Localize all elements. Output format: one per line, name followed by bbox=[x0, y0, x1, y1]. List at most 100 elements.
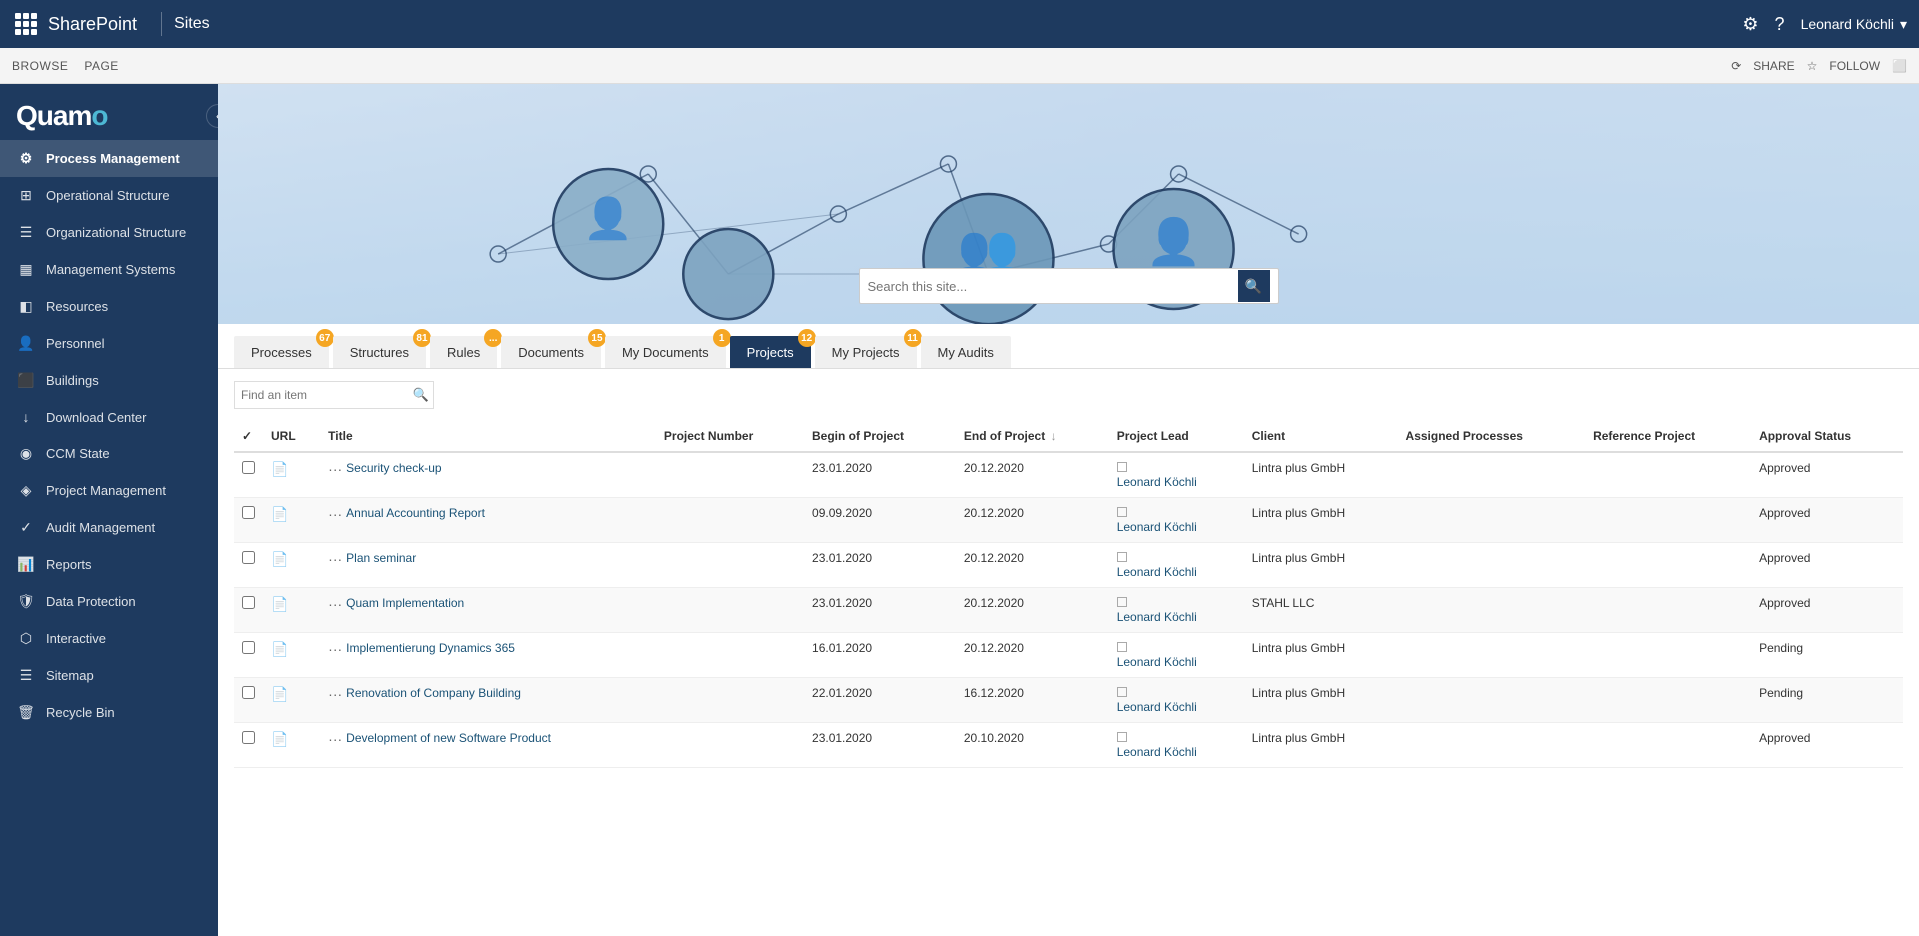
project-link-6[interactable]: Development of new Software Product bbox=[346, 731, 551, 745]
sidebar-item-label-organizational-structure: Organizational Structure bbox=[46, 225, 186, 240]
project-link-0[interactable]: Security check-up bbox=[346, 461, 441, 475]
organizational-structure-icon: ☰ bbox=[16, 224, 36, 241]
row-begin-5: 22.01.2020 bbox=[804, 678, 956, 723]
col-lead[interactable]: Project Lead bbox=[1109, 421, 1244, 452]
row-check-1[interactable] bbox=[234, 498, 263, 543]
hero-search-input[interactable] bbox=[868, 279, 1238, 294]
user-link-2[interactable]: Leonard Köchli bbox=[1117, 565, 1236, 579]
sidebar-item-ccm-state[interactable]: ◉CCM State bbox=[0, 435, 218, 472]
sites-label[interactable]: Sites bbox=[174, 15, 210, 33]
sidebar-item-data-protection[interactable]: 🛡Data Protection bbox=[0, 583, 218, 620]
tab-badge-processes: 67 bbox=[316, 329, 334, 347]
more-btn-4[interactable]: ··· bbox=[328, 641, 342, 657]
sidebar-item-reports[interactable]: 📊Reports bbox=[0, 546, 218, 583]
project-link-5[interactable]: Renovation of Company Building bbox=[346, 686, 521, 700]
sidebar-item-personnel[interactable]: 👤Personnel bbox=[0, 325, 218, 362]
list-search-bar[interactable]: 🔍 bbox=[234, 381, 434, 409]
row-end-1: 20.12.2020 bbox=[956, 498, 1109, 543]
tab-structures[interactable]: Structures81 bbox=[333, 336, 426, 368]
row-lead-5: Leonard Köchli bbox=[1109, 678, 1244, 723]
project-link-1[interactable]: Annual Accounting Report bbox=[346, 506, 485, 520]
tab-my-projects[interactable]: My Projects11 bbox=[815, 336, 917, 368]
col-client[interactable]: Client bbox=[1244, 421, 1398, 452]
resize-icon[interactable]: ⬜ bbox=[1892, 59, 1907, 73]
follow-button[interactable]: FOLLOW bbox=[1829, 59, 1880, 73]
user-link-1[interactable]: Leonard Köchli bbox=[1117, 520, 1236, 534]
share-button[interactable]: SHARE bbox=[1753, 59, 1794, 73]
row-check-3[interactable] bbox=[234, 588, 263, 633]
row-number-5 bbox=[656, 678, 804, 723]
row-client-0: Lintra plus GmbH bbox=[1244, 452, 1398, 498]
more-btn-2[interactable]: ··· bbox=[328, 551, 342, 567]
sidebar-item-audit-management[interactable]: ✓ Audit Management bbox=[0, 509, 218, 546]
user-link-6[interactable]: Leonard Köchli bbox=[1117, 745, 1236, 759]
sidebar-item-project-management[interactable]: ◈Project Management bbox=[0, 472, 218, 509]
col-title[interactable]: Title bbox=[320, 421, 656, 452]
page-link[interactable]: PAGE bbox=[84, 59, 118, 73]
row-check-5[interactable] bbox=[234, 678, 263, 723]
user-link-0[interactable]: Leonard Köchli bbox=[1117, 475, 1236, 489]
project-link-2[interactable]: Plan seminar bbox=[346, 551, 416, 565]
hero-search-box[interactable]: 🔍 bbox=[859, 268, 1279, 304]
col-begin[interactable]: Begin of Project bbox=[804, 421, 956, 452]
audit-management-icon: ✓ bbox=[16, 519, 36, 536]
row-lead-1: Leonard Köchli bbox=[1109, 498, 1244, 543]
tab-documents[interactable]: Documents15 bbox=[501, 336, 601, 368]
list-search-input[interactable] bbox=[235, 388, 409, 402]
sidebar-item-label-audit-management: Audit Management bbox=[46, 520, 155, 535]
sidebar-item-label-reports: Reports bbox=[46, 557, 92, 572]
col-assigned[interactable]: Assigned Processes bbox=[1398, 421, 1586, 452]
row-url-5: 📄 bbox=[263, 678, 320, 723]
user-link-5[interactable]: Leonard Köchli bbox=[1117, 700, 1236, 714]
project-link-4[interactable]: Implementierung Dynamics 365 bbox=[346, 641, 515, 655]
top-bar-right: ⚙ ? Leonard Köchli ▾ bbox=[1742, 14, 1907, 35]
sidebar-item-sitemap[interactable]: ☰Sitemap bbox=[0, 657, 218, 694]
tab-my-documents[interactable]: My Documents1 bbox=[605, 336, 726, 368]
sidebar-item-process-management[interactable]: ⚙Process Management bbox=[0, 140, 218, 177]
sidebar-item-label-download-center: Download Center bbox=[46, 410, 146, 425]
more-btn-0[interactable]: ··· bbox=[328, 461, 342, 477]
user-link-4[interactable]: Leonard Köchli bbox=[1117, 655, 1236, 669]
help-icon[interactable]: ? bbox=[1775, 14, 1785, 35]
col-approval[interactable]: Approval Status bbox=[1751, 421, 1903, 452]
more-btn-1[interactable]: ··· bbox=[328, 506, 342, 522]
row-check-0[interactable] bbox=[234, 452, 263, 498]
row-check-6[interactable] bbox=[234, 723, 263, 768]
more-btn-5[interactable]: ··· bbox=[328, 686, 342, 702]
sidebar-item-recycle-bin[interactable]: 🗑Recycle Bin bbox=[0, 694, 218, 731]
hero-search-button[interactable]: 🔍 bbox=[1238, 270, 1270, 302]
more-btn-6[interactable]: ··· bbox=[328, 731, 342, 747]
sidebar-logo: Quamo bbox=[0, 84, 218, 140]
sidebar-item-interactive[interactable]: ⬡Interactive bbox=[0, 620, 218, 657]
browse-link[interactable]: BROWSE bbox=[12, 59, 68, 73]
user-link-3[interactable]: Leonard Köchli bbox=[1117, 610, 1236, 624]
col-end[interactable]: End of Project ↓ bbox=[956, 421, 1109, 452]
tab-rules[interactable]: Rules... bbox=[430, 336, 497, 368]
table-row: 📄 ··· Implementierung Dynamics 365 16.01… bbox=[234, 633, 1903, 678]
col-project-number[interactable]: Project Number bbox=[656, 421, 804, 452]
logo-text: Quamo bbox=[16, 100, 202, 132]
tab-my-audits[interactable]: My Audits bbox=[921, 336, 1011, 368]
row-end-6: 20.10.2020 bbox=[956, 723, 1109, 768]
row-check-4[interactable] bbox=[234, 633, 263, 678]
row-number-2 bbox=[656, 543, 804, 588]
sidebar-item-buildings[interactable]: ⬛Buildings bbox=[0, 362, 218, 399]
row-end-3: 20.12.2020 bbox=[956, 588, 1109, 633]
col-reference[interactable]: Reference Project bbox=[1585, 421, 1751, 452]
sidebar-item-organizational-structure[interactable]: ☰ Organizational Structure bbox=[0, 214, 218, 251]
project-link-3[interactable]: Quam Implementation bbox=[346, 596, 464, 610]
tab-processes[interactable]: Processes67 bbox=[234, 336, 329, 368]
row-check-2[interactable] bbox=[234, 543, 263, 588]
sidebar-item-resources[interactable]: ◧Resources bbox=[0, 288, 218, 325]
settings-icon[interactable]: ⚙ bbox=[1742, 14, 1758, 35]
sidebar-item-download-center[interactable]: ↓Download Center bbox=[0, 399, 218, 435]
more-btn-3[interactable]: ··· bbox=[328, 596, 342, 612]
user-menu[interactable]: Leonard Köchli ▾ bbox=[1801, 16, 1907, 33]
sidebar-item-operational-structure[interactable]: ⊞Operational Structure bbox=[0, 177, 218, 214]
data-protection-icon: 🛡 bbox=[16, 593, 36, 610]
tab-projects[interactable]: Projects12 bbox=[730, 336, 811, 368]
table-row: 📄 ··· Annual Accounting Report 09.09.202… bbox=[234, 498, 1903, 543]
grid-menu-icon[interactable] bbox=[12, 10, 40, 38]
sidebar-item-management-systems[interactable]: ▦Management Systems bbox=[0, 251, 218, 288]
list-search-icon: 🔍 bbox=[409, 387, 433, 403]
